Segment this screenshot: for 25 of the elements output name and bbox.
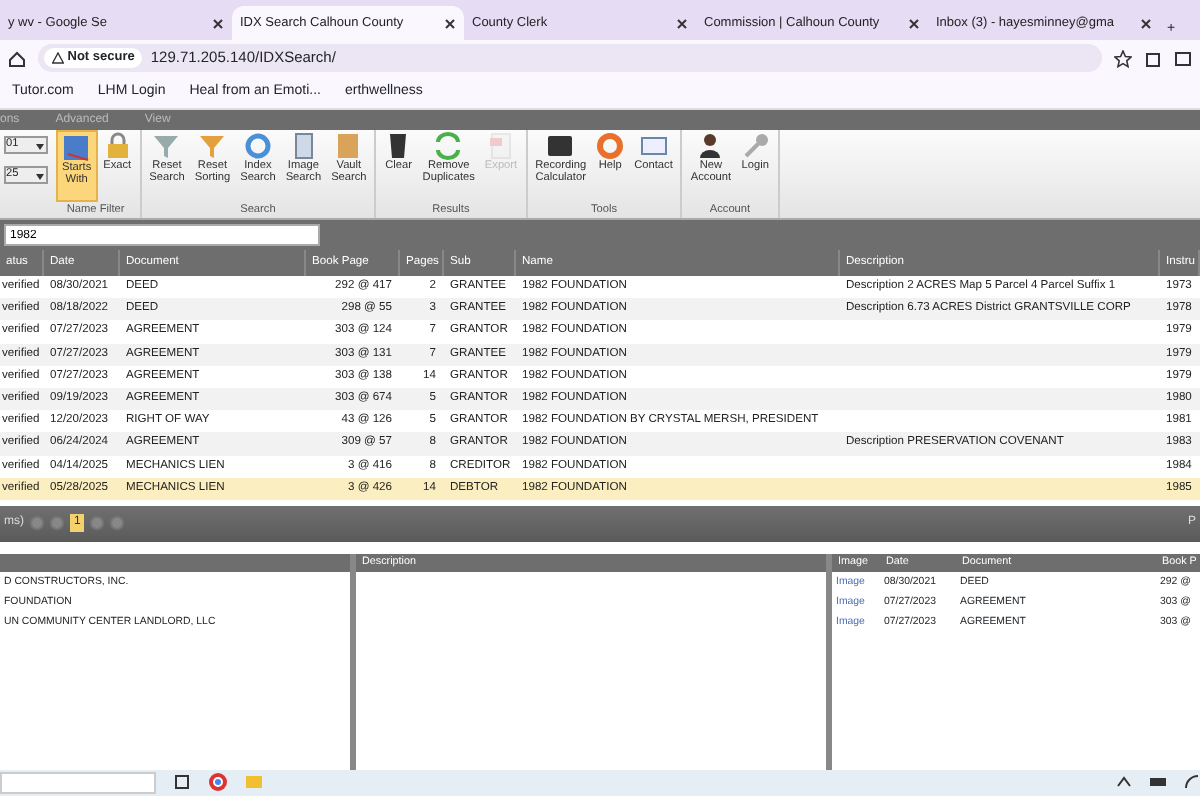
taskbar-search-field[interactable] <box>0 771 156 794</box>
arrows-icon <box>434 132 463 160</box>
wifi-icon[interactable] <box>1184 774 1200 791</box>
page-icon <box>289 132 318 160</box>
task-view-icon[interactable] <box>172 772 192 793</box>
close-icon[interactable] <box>212 17 224 29</box>
star-icon[interactable] <box>1114 49 1132 67</box>
panel-icon[interactable] <box>1174 49 1192 67</box>
id-card-icon <box>639 132 668 160</box>
close-icon[interactable] <box>676 17 688 29</box>
caret-icon <box>34 169 46 181</box>
pdf-icon <box>487 132 515 160</box>
lock-icon <box>103 132 132 160</box>
binder-icon <box>334 132 363 160</box>
lifebuoy-icon <box>596 132 625 160</box>
person-icon <box>696 132 725 160</box>
browser-icon[interactable] <box>208 772 228 793</box>
close-icon[interactable] <box>1140 17 1152 29</box>
warning-icon <box>52 52 64 64</box>
home-icon[interactable] <box>8 49 26 67</box>
caret-icon <box>34 139 46 151</box>
calculator-icon <box>546 132 575 160</box>
close-icon[interactable] <box>908 17 920 29</box>
close-icon[interactable] <box>444 17 456 29</box>
chevron-icon[interactable] <box>1116 774 1132 791</box>
